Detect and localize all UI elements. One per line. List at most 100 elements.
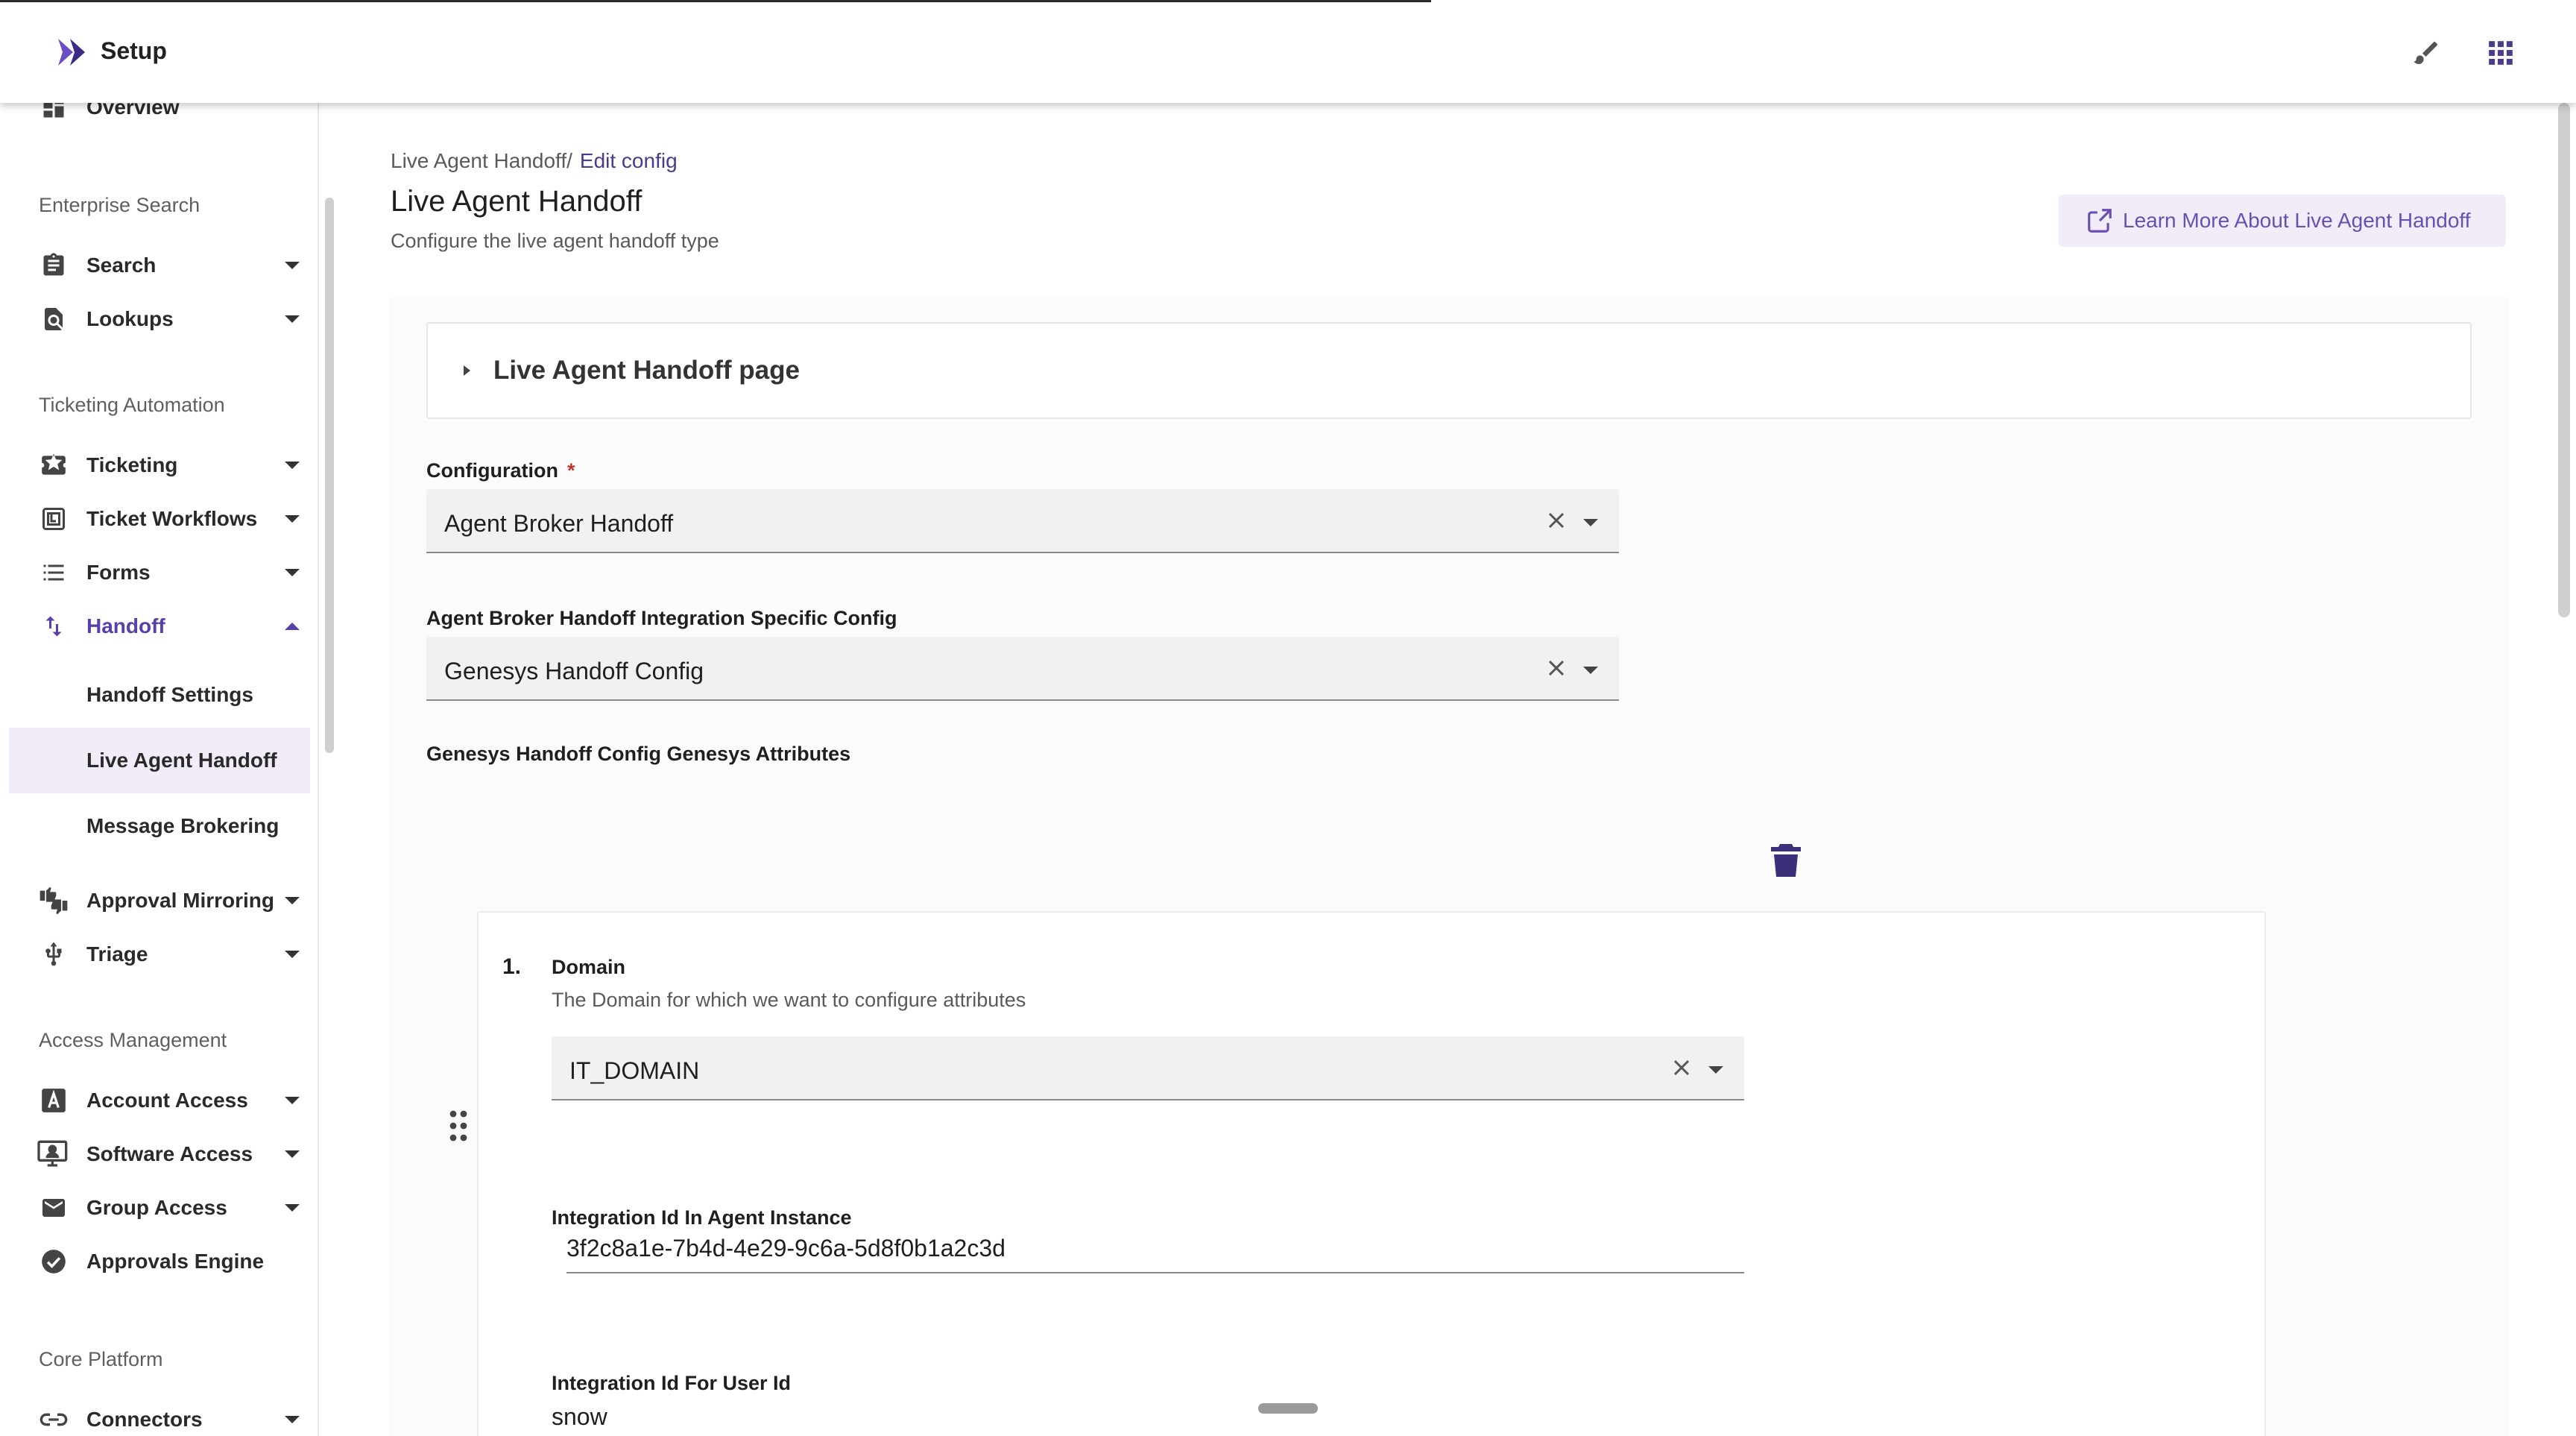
chevron-down-icon[interactable] [285,462,300,469]
page-title: Live Agent Handoff [391,185,643,218]
breadcrumb-current[interactable]: Edit config [580,149,678,172]
sidebar-item-handoff[interactable]: Handoff [9,602,310,650]
sidebar-item-message-brokering[interactable]: Message Brokering [9,793,310,859]
integration-config-label: Agent Broker Handoff Integration Specifi… [426,607,897,629]
agent-instance-input[interactable]: 3f2c8a1e-7b4d-4e29-9c6a-5d8f0b1a2c3d [566,1221,1744,1273]
sidebar-item-handoff-settings[interactable]: Handoff Settings [9,662,310,728]
sidebar-item-label: Live Agent Handoff [86,749,277,772]
learn-more-button[interactable]: Learn More About Live Agent Handoff [2059,195,2506,247]
attribute-item: 1. Domain The Domain for which we want t… [477,911,2266,1436]
apps-grid-icon[interactable] [2482,34,2519,72]
sidebar-item-triage[interactable]: Triage [9,930,310,978]
monitor-person-icon [37,1138,70,1171]
section-access-management: Access Management [39,1029,227,1051]
chevron-down-icon[interactable] [1708,1066,1723,1074]
chevron-down-icon[interactable] [285,569,300,576]
page-subtitle: Configure the live agent handoff type [391,230,719,252]
sidebar-item-label: Search [86,253,157,277]
configuration-label: Configuration * [426,459,575,482]
chevron-down-icon[interactable] [285,315,300,323]
sidebar-item-approval-mirroring[interactable]: Approval Mirroring [9,877,310,925]
domain-label: Domain [552,956,626,978]
sidebar-item-software-access[interactable]: Software Access [9,1130,310,1178]
chevron-down-icon[interactable] [285,1204,300,1212]
sidebar-item-label: Account Access [86,1089,248,1112]
sidebar-item-account-access[interactable]: Account Access [9,1077,310,1124]
chevron-down-icon[interactable] [285,1416,300,1423]
sidebar-scrollbar[interactable] [325,198,334,753]
sidebar-item-connectors[interactable]: Connectors [9,1396,310,1436]
chevron-down-icon[interactable] [285,262,300,269]
brush-icon[interactable] [2408,34,2445,72]
domain-description: The Domain for which we want to configur… [552,989,1026,1011]
breadcrumb-separator: / [566,149,572,172]
item-number: 1. [502,954,522,979]
sidebar-item-label: Approval Mirroring [86,889,275,912]
chevron-down-icon[interactable] [285,1150,300,1158]
sidebar-item-label: Handoff Settings [86,683,253,706]
chevron-up-icon[interactable] [285,623,300,630]
configuration-select[interactable]: Agent Broker Handoff [426,489,1619,553]
configuration-value: Agent Broker Handoff [444,510,674,537]
sidebar-item-label: Ticketing [86,453,178,476]
sidebar-item-label: Overview [86,103,180,119]
section-title: Live Agent Handoff page [493,356,800,385]
link-icon [37,1403,70,1436]
clear-icon[interactable] [1543,655,1570,681]
page-scrollbar[interactable] [2558,103,2570,617]
main-content: Live Agent Handoff/Edit config Live Agen… [343,103,2557,1436]
chevron-down-icon[interactable] [285,515,300,523]
sidebar-item-label: Handoff [86,614,165,637]
sidebar-item-label: Approvals Engine [86,1250,265,1273]
clipboard-icon [37,249,70,282]
domain-value: IT_DOMAIN [569,1057,700,1084]
setup-logo-icon[interactable] [55,37,88,67]
open-in-new-icon [2086,207,2114,235]
sidebar-item-lookups[interactable]: Lookups [9,295,310,343]
chevron-down-icon[interactable] [1583,667,1598,674]
sidebar-item-label: Connectors [86,1408,203,1431]
sidebar-item-forms[interactable]: Forms [9,549,310,596]
clear-icon[interactable] [1543,507,1570,534]
live-agent-handoff-page-section[interactable]: Live Agent Handoff page [426,322,2472,419]
sidebar-item-approvals-engine[interactable]: Approvals Engine [9,1238,310,1285]
user-id-input[interactable]: snow [552,1390,1744,1436]
chevron-down-icon[interactable] [285,897,300,904]
sidebar-item-ticket-workflows[interactable]: Ticket Workflows [9,495,310,543]
required-marker: * [566,459,575,482]
section-enterprise-search: Enterprise Search [39,194,201,216]
sidebar-item-label: Lookups [86,307,174,330]
app-title: Setup [101,37,167,64]
sidebar-item-label: Message Brokering [86,814,280,837]
chevron-down-icon[interactable] [285,1097,300,1104]
chevron-down-icon[interactable] [1583,519,1598,526]
swap-vertical-icon [37,610,70,643]
sidebar-item-group-access[interactable]: Group Access [9,1184,310,1232]
sidebar: Overview Enterprise Search Search Lookup… [0,103,319,1436]
thumbs-up-down-icon [37,884,70,917]
drag-handle-icon[interactable] [447,1109,470,1142]
sidebar-item-overview[interactable]: Overview [9,103,310,131]
clear-icon[interactable] [1668,1054,1695,1081]
domain-select[interactable]: IT_DOMAIN [552,1036,1744,1100]
delete-icon[interactable] [1771,843,1801,878]
sidebar-item-label: Triage [86,942,148,966]
breadcrumb: Live Agent Handoff/ Edit config [391,149,678,173]
dashboard-icon [37,103,70,124]
chevron-down-icon[interactable] [285,951,300,958]
breadcrumb-parent[interactable]: Live Agent Handoff [391,149,566,172]
agent-instance-value: 3f2c8a1e-7b4d-4e29-9c6a-5d8f0b1a2c3d [566,1235,1006,1262]
ticket-icon [37,449,70,482]
sidebar-item-live-agent-handoff[interactable]: Live Agent Handoff [9,728,310,793]
top-header: Setup [0,0,2576,103]
sidebar-item-ticketing[interactable]: Ticketing [9,441,310,489]
sidebar-item-label: Software Access [86,1142,253,1165]
user-id-value: snow [552,1403,607,1430]
attributes-label: Genesys Handoff Config Genesys Attribute… [426,743,851,765]
workflow-icon [37,503,70,535]
configuration-label-text: Configuration [426,459,558,482]
resize-handle[interactable] [1258,1403,1318,1414]
integration-config-select[interactable]: Genesys Handoff Config [426,637,1619,701]
usb-icon [37,938,70,971]
sidebar-item-search[interactable]: Search [9,242,310,289]
